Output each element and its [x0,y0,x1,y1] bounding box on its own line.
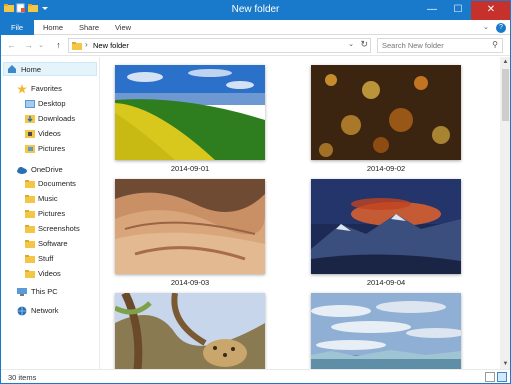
onedrive-icon [17,167,27,174]
scrollbar-thumb[interactable] [502,69,509,121]
file-thumbnail[interactable] [115,293,265,369]
close-button[interactable]: ✕ [471,0,511,20]
file-view: 2014-09-01 2014-09-02 2014-09-03 2014-09… [101,57,500,369]
pictures-icon [25,145,35,153]
large-icons-view-icon[interactable] [497,372,507,382]
maximize-button[interactable]: ☐ [445,0,471,20]
nav-stuff[interactable]: Stuff [25,252,97,266]
nav-onedrive[interactable]: OneDrive [3,163,97,177]
breadcrumb-separator[interactable]: › [85,40,88,49]
downloads-icon [25,115,35,123]
nav-music[interactable]: Music [25,192,97,206]
file-thumbnail-2014-09-04[interactable] [311,179,461,274]
navigation-pane: Home Favorites Desktop Downloads Videos … [0,57,100,369]
search-box[interactable]: ⚲ [377,38,503,53]
nav-home[interactable]: Home [3,62,97,76]
folder-icon [25,225,35,233]
thumbnail-image [311,65,461,160]
vertical-scrollbar[interactable]: ▲ ▼ [500,57,511,369]
details-view-icon[interactable] [485,372,495,382]
address-row: ← → ⌄ ↑ › New folder ⌄ ↻ ⚲ [0,35,511,56]
thumbnail-image [311,179,461,274]
item-count: 30 items [8,373,37,382]
title-bar: New folder — ☐ ✕ [0,0,511,20]
nav-favorites[interactable]: Favorites [3,82,97,96]
file-thumbnail-2014-09-01[interactable] [115,65,265,160]
nav-downloads[interactable]: Downloads [25,112,97,126]
folder-icon [25,240,35,248]
thumbnail-image [311,293,461,369]
file-name[interactable]: 2014-09-04 [311,278,461,287]
ribbon-tabs: File Home Share View ⌄ ? [0,20,511,35]
file-thumbnail-2014-09-03[interactable] [115,179,265,274]
folder-icon [25,255,35,263]
nav-od-videos[interactable]: Videos [25,267,97,281]
home-icon [8,65,16,73]
file-thumbnail-2014-09-02[interactable] [311,65,461,160]
star-icon [17,84,27,94]
folder-icon [25,210,35,218]
address-dropdown-icon[interactable]: ⌄ [348,40,354,48]
nav-documents[interactable]: Documents [25,177,97,191]
search-icon[interactable]: ⚲ [492,40,498,49]
videos-icon [25,130,35,138]
forward-button[interactable]: → [22,39,35,52]
nav-this-pc[interactable]: This PC [3,285,97,299]
window-controls: — ☐ ✕ [419,0,511,20]
file-thumbnail[interactable] [311,293,461,369]
folder-icon [25,195,35,203]
desktop-icon [25,100,35,108]
scroll-up-icon[interactable]: ▲ [500,57,511,67]
minimize-button[interactable]: — [419,0,445,20]
folder-icon [25,180,35,188]
network-icon [17,306,27,316]
tab-home[interactable]: Home [36,20,70,35]
refresh-icon[interactable]: ↻ [360,39,368,50]
folder-icon [72,42,82,50]
status-bar: 30 items [0,369,511,384]
up-button[interactable]: ↑ [52,39,65,52]
tab-view[interactable]: View [108,20,138,35]
nav-desktop[interactable]: Desktop [25,97,97,111]
scroll-down-icon[interactable]: ▼ [500,359,511,369]
view-toggle [485,372,507,382]
breadcrumb-new-folder[interactable]: New folder [93,41,129,50]
nav-network[interactable]: Network [3,304,97,318]
thumbnail-image [115,293,265,369]
expand-ribbon-icon[interactable]: ⌄ [483,23,491,31]
nav-fav-pictures[interactable]: Pictures [25,142,97,156]
computer-icon [17,288,27,296]
nav-screenshots[interactable]: Screenshots [25,222,97,236]
file-name[interactable]: 2014-09-01 [115,164,265,173]
thumbnail-image [115,179,265,274]
thumbnail-image [115,65,265,160]
help-icon[interactable]: ? [496,23,506,33]
tab-file[interactable]: File [0,20,34,35]
address-bar[interactable]: › New folder ⌄ ↻ [68,38,371,53]
search-input[interactable] [382,41,482,50]
file-name[interactable]: 2014-09-03 [115,278,265,287]
nav-fav-videos[interactable]: Videos [25,127,97,141]
recent-locations-button[interactable]: ⌄ [37,39,45,52]
nav-software[interactable]: Software [25,237,97,251]
file-name[interactable]: 2014-09-02 [311,164,461,173]
back-button[interactable]: ← [5,39,18,52]
folder-icon [25,270,35,278]
tab-share[interactable]: Share [72,20,106,35]
nav-od-pictures[interactable]: Pictures [25,207,97,221]
